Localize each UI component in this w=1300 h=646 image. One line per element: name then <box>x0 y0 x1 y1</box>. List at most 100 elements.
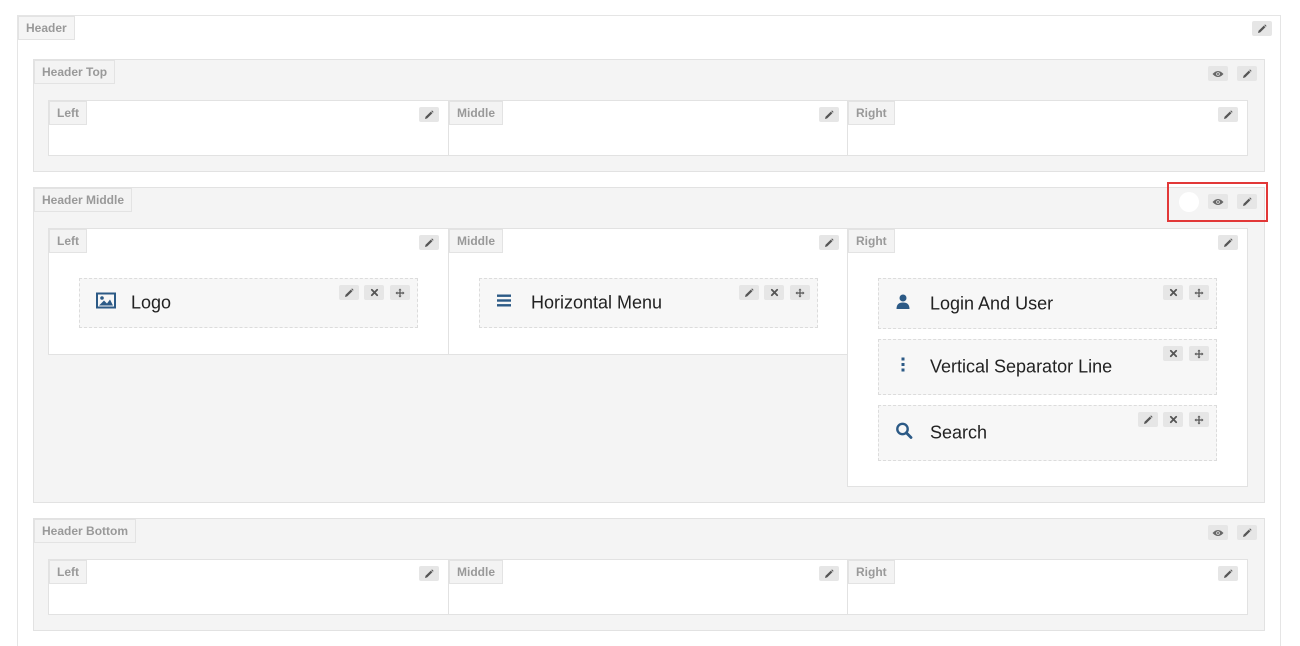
pencil-icon <box>744 288 754 298</box>
header-top-section: Header Top Left Middle Right <box>33 59 1265 172</box>
header-top-right-column: Right <box>847 100 1248 156</box>
pencil-icon <box>824 238 834 248</box>
logo-move-handle[interactable] <box>390 285 410 300</box>
bars-icon <box>496 294 512 313</box>
logo-remove-button[interactable] <box>364 285 384 300</box>
header-middle-middle-column: Middle Horizontal Menu <box>448 228 848 355</box>
search-widget[interactable]: Search <box>878 405 1217 461</box>
login-user-move-handle[interactable] <box>1189 285 1209 300</box>
pencil-icon <box>1223 238 1233 248</box>
pencil-icon <box>424 238 434 248</box>
column-left-edit-button[interactable] <box>419 107 439 122</box>
header-top-label: Header Top <box>34 60 116 84</box>
column-middle-edit-button[interactable] <box>819 235 839 250</box>
vertical-separator-widget-label: Vertical Separator Line <box>930 356 1113 377</box>
login-user-widget-label: Login And User <box>930 293 1054 313</box>
close-icon <box>370 288 379 297</box>
header-label: Header <box>18 16 75 40</box>
column-label-left: Left <box>49 229 87 253</box>
search-remove-button[interactable] <box>1163 412 1183 427</box>
search-move-handle[interactable] <box>1189 412 1209 427</box>
pencil-icon <box>344 288 354 298</box>
search-widget-label: Search <box>930 422 988 443</box>
close-icon <box>1169 349 1178 358</box>
image-icon <box>96 292 116 314</box>
pencil-icon <box>1223 110 1233 120</box>
column-middle-edit-button[interactable] <box>819 107 839 122</box>
pencil-icon <box>1242 197 1252 207</box>
header-middle-label: Header Middle <box>34 188 133 212</box>
logo-widget[interactable]: Logo <box>79 278 418 328</box>
logo-widget-label: Logo <box>131 292 172 313</box>
column-label-right: Right <box>848 560 895 584</box>
header-bottom-visibility-button[interactable] <box>1208 525 1228 540</box>
column-label-middle: Middle <box>449 229 503 253</box>
header-top-visibility-button[interactable] <box>1208 66 1228 81</box>
header-middle-visibility-button[interactable] <box>1208 194 1228 209</box>
close-icon <box>770 288 779 297</box>
pencil-icon <box>1242 69 1252 79</box>
header-edit-button[interactable] <box>1252 21 1272 36</box>
header-middle-toggle-button[interactable] <box>1179 192 1199 212</box>
move-icon <box>1194 349 1204 359</box>
header-middle-section: Header Middle Left Logo Middle Horizonta… <box>33 187 1265 503</box>
horizontal-menu-move-handle[interactable] <box>790 285 810 300</box>
column-label-left: Left <box>49 101 87 125</box>
pencil-icon <box>1242 528 1252 538</box>
header-middle-right-column: Right Login And User Vertical Separator … <box>847 228 1248 487</box>
pencil-icon <box>1143 415 1153 425</box>
horizontal-menu-widget-label: Horizontal Menu <box>531 292 663 313</box>
eye-icon <box>1212 198 1224 206</box>
column-label-left: Left <box>49 560 87 584</box>
column-middle-edit-button[interactable] <box>819 566 839 581</box>
header-top-middle-column: Middle <box>448 100 848 156</box>
column-label-middle: Middle <box>449 101 503 125</box>
search-edit-button[interactable] <box>1138 412 1158 427</box>
pencil-icon <box>1223 569 1233 579</box>
close-icon <box>1169 415 1178 424</box>
horizontal-menu-remove-button[interactable] <box>764 285 784 300</box>
column-left-edit-button[interactable] <box>419 566 439 581</box>
horizontal-menu-edit-button[interactable] <box>739 285 759 300</box>
login-user-remove-button[interactable] <box>1163 285 1183 300</box>
header-bottom-middle-column: Middle <box>448 559 848 615</box>
logo-edit-button[interactable] <box>339 285 359 300</box>
close-icon <box>1169 288 1178 297</box>
pencil-icon <box>424 110 434 120</box>
header-bottom-edit-button[interactable] <box>1237 525 1257 540</box>
header-bottom-label: Header Bottom <box>34 519 137 543</box>
move-icon <box>795 288 805 298</box>
user-icon <box>895 293 911 314</box>
ellipsis-vertical-icon <box>895 357 911 378</box>
move-icon <box>1194 415 1204 425</box>
vertical-separator-move-handle[interactable] <box>1189 346 1209 361</box>
eye-icon <box>1212 70 1224 78</box>
column-label-right: Right <box>848 229 895 253</box>
move-icon <box>1194 288 1204 298</box>
pencil-icon <box>824 110 834 120</box>
login-user-widget[interactable]: Login And User <box>878 278 1217 329</box>
search-icon <box>895 422 913 445</box>
pencil-icon <box>424 569 434 579</box>
column-label-middle: Middle <box>449 560 503 584</box>
header-middle-left-column: Left Logo <box>48 228 449 355</box>
column-right-edit-button[interactable] <box>1218 235 1238 250</box>
column-label-right: Right <box>848 101 895 125</box>
column-right-edit-button[interactable] <box>1218 107 1238 122</box>
header-panel: Header Header Top Left Middle Right Head… <box>17 15 1281 646</box>
header-bottom-section: Header Bottom Left Middle Right <box>33 518 1265 631</box>
pencil-icon <box>824 569 834 579</box>
column-right-edit-button[interactable] <box>1218 566 1238 581</box>
horizontal-menu-widget[interactable]: Horizontal Menu <box>479 278 818 328</box>
header-middle-edit-button[interactable] <box>1237 194 1257 209</box>
eye-icon <box>1212 529 1224 537</box>
vertical-separator-widget[interactable]: Vertical Separator Line <box>878 339 1217 395</box>
header-bottom-left-column: Left <box>48 559 449 615</box>
pencil-icon <box>1257 24 1267 34</box>
column-left-edit-button[interactable] <box>419 235 439 250</box>
vertical-separator-remove-button[interactable] <box>1163 346 1183 361</box>
header-top-edit-button[interactable] <box>1237 66 1257 81</box>
move-icon <box>395 288 405 298</box>
header-bottom-right-column: Right <box>847 559 1248 615</box>
header-top-left-column: Left <box>48 100 449 156</box>
